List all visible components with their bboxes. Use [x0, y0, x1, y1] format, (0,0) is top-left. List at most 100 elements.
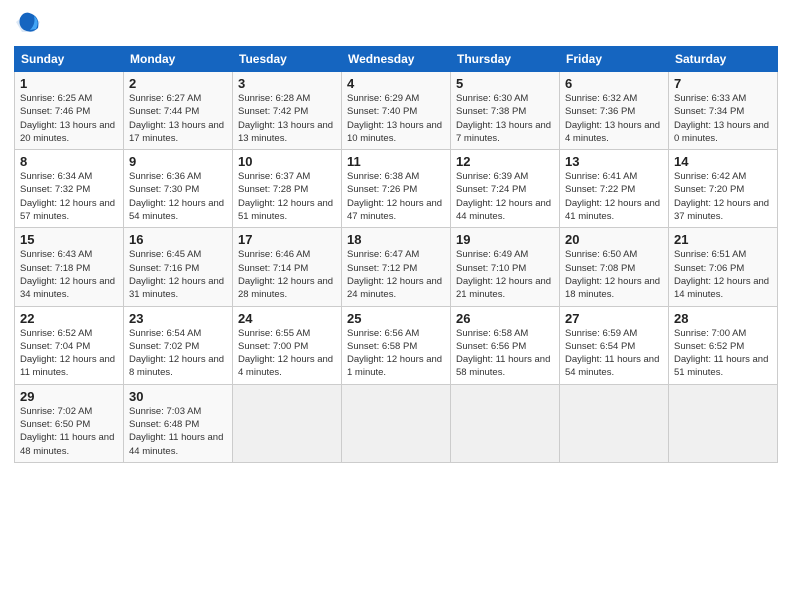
day-cell — [560, 384, 669, 462]
day-cell: 5 Sunrise: 6:30 AMSunset: 7:38 PMDayligh… — [451, 72, 560, 150]
day-cell: 2 Sunrise: 6:27 AMSunset: 7:44 PMDayligh… — [124, 72, 233, 150]
day-info: Sunrise: 6:56 AMSunset: 6:58 PMDaylight:… — [347, 328, 442, 379]
day-number: 6 — [565, 76, 663, 91]
day-cell: 27 Sunrise: 6:59 AMSunset: 6:54 PMDaylig… — [560, 306, 669, 384]
day-info: Sunrise: 7:00 AMSunset: 6:52 PMDaylight:… — [674, 328, 768, 379]
day-number: 1 — [20, 76, 118, 91]
day-info: Sunrise: 6:47 AMSunset: 7:12 PMDaylight:… — [347, 249, 442, 300]
day-cell: 24 Sunrise: 6:55 AMSunset: 7:00 PMDaylig… — [233, 306, 342, 384]
logo — [14, 10, 44, 38]
day-cell — [451, 384, 560, 462]
col-friday: Friday — [560, 47, 669, 72]
week-row-5: 29 Sunrise: 7:02 AMSunset: 6:50 PMDaylig… — [15, 384, 778, 462]
header — [14, 10, 778, 38]
day-info: Sunrise: 6:32 AMSunset: 7:36 PMDaylight:… — [565, 93, 660, 144]
day-info: Sunrise: 7:02 AMSunset: 6:50 PMDaylight:… — [20, 406, 114, 457]
day-info: Sunrise: 6:41 AMSunset: 7:22 PMDaylight:… — [565, 171, 660, 222]
day-info: Sunrise: 6:38 AMSunset: 7:26 PMDaylight:… — [347, 171, 442, 222]
day-cell: 13 Sunrise: 6:41 AMSunset: 7:22 PMDaylig… — [560, 150, 669, 228]
day-number: 18 — [347, 232, 445, 247]
week-row-2: 8 Sunrise: 6:34 AMSunset: 7:32 PMDayligh… — [15, 150, 778, 228]
day-cell: 19 Sunrise: 6:49 AMSunset: 7:10 PMDaylig… — [451, 228, 560, 306]
day-number: 4 — [347, 76, 445, 91]
day-info: Sunrise: 6:34 AMSunset: 7:32 PMDaylight:… — [20, 171, 115, 222]
day-cell — [233, 384, 342, 462]
day-number: 20 — [565, 232, 663, 247]
day-number: 30 — [129, 389, 227, 404]
day-number: 9 — [129, 154, 227, 169]
day-cell: 10 Sunrise: 6:37 AMSunset: 7:28 PMDaylig… — [233, 150, 342, 228]
day-cell: 1 Sunrise: 6:25 AMSunset: 7:46 PMDayligh… — [15, 72, 124, 150]
day-cell: 20 Sunrise: 6:50 AMSunset: 7:08 PMDaylig… — [560, 228, 669, 306]
logo-icon — [14, 8, 42, 36]
day-number: 23 — [129, 311, 227, 326]
day-cell: 4 Sunrise: 6:29 AMSunset: 7:40 PMDayligh… — [342, 72, 451, 150]
day-cell: 22 Sunrise: 6:52 AMSunset: 7:04 PMDaylig… — [15, 306, 124, 384]
col-saturday: Saturday — [669, 47, 778, 72]
day-cell: 23 Sunrise: 6:54 AMSunset: 7:02 PMDaylig… — [124, 306, 233, 384]
calendar-header: SundayMondayTuesdayWednesdayThursdayFrid… — [15, 47, 778, 72]
day-info: Sunrise: 6:39 AMSunset: 7:24 PMDaylight:… — [456, 171, 551, 222]
col-wednesday: Wednesday — [342, 47, 451, 72]
day-cell: 9 Sunrise: 6:36 AMSunset: 7:30 PMDayligh… — [124, 150, 233, 228]
day-number: 17 — [238, 232, 336, 247]
day-cell: 30 Sunrise: 7:03 AMSunset: 6:48 PMDaylig… — [124, 384, 233, 462]
day-number: 26 — [456, 311, 554, 326]
day-number: 21 — [674, 232, 772, 247]
week-row-4: 22 Sunrise: 6:52 AMSunset: 7:04 PMDaylig… — [15, 306, 778, 384]
day-cell: 29 Sunrise: 7:02 AMSunset: 6:50 PMDaylig… — [15, 384, 124, 462]
col-monday: Monday — [124, 47, 233, 72]
day-cell: 8 Sunrise: 6:34 AMSunset: 7:32 PMDayligh… — [15, 150, 124, 228]
day-cell — [669, 384, 778, 462]
day-number: 27 — [565, 311, 663, 326]
day-number: 22 — [20, 311, 118, 326]
day-number: 2 — [129, 76, 227, 91]
day-cell: 6 Sunrise: 6:32 AMSunset: 7:36 PMDayligh… — [560, 72, 669, 150]
day-number: 28 — [674, 311, 772, 326]
day-number: 11 — [347, 154, 445, 169]
page: SundayMondayTuesdayWednesdayThursdayFrid… — [0, 0, 792, 612]
day-info: Sunrise: 6:25 AMSunset: 7:46 PMDaylight:… — [20, 93, 115, 144]
day-info: Sunrise: 6:51 AMSunset: 7:06 PMDaylight:… — [674, 249, 769, 300]
col-thursday: Thursday — [451, 47, 560, 72]
day-info: Sunrise: 6:52 AMSunset: 7:04 PMDaylight:… — [20, 328, 115, 379]
day-number: 5 — [456, 76, 554, 91]
day-number: 16 — [129, 232, 227, 247]
day-info: Sunrise: 6:46 AMSunset: 7:14 PMDaylight:… — [238, 249, 333, 300]
day-number: 15 — [20, 232, 118, 247]
day-cell: 18 Sunrise: 6:47 AMSunset: 7:12 PMDaylig… — [342, 228, 451, 306]
day-number: 25 — [347, 311, 445, 326]
calendar-body: 1 Sunrise: 6:25 AMSunset: 7:46 PMDayligh… — [15, 72, 778, 463]
header-row: SundayMondayTuesdayWednesdayThursdayFrid… — [15, 47, 778, 72]
day-cell: 17 Sunrise: 6:46 AMSunset: 7:14 PMDaylig… — [233, 228, 342, 306]
day-info: Sunrise: 6:55 AMSunset: 7:00 PMDaylight:… — [238, 328, 333, 379]
day-number: 10 — [238, 154, 336, 169]
day-info: Sunrise: 6:42 AMSunset: 7:20 PMDaylight:… — [674, 171, 769, 222]
day-info: Sunrise: 6:36 AMSunset: 7:30 PMDaylight:… — [129, 171, 224, 222]
col-sunday: Sunday — [15, 47, 124, 72]
day-cell: 28 Sunrise: 7:00 AMSunset: 6:52 PMDaylig… — [669, 306, 778, 384]
day-cell: 14 Sunrise: 6:42 AMSunset: 7:20 PMDaylig… — [669, 150, 778, 228]
day-info: Sunrise: 6:37 AMSunset: 7:28 PMDaylight:… — [238, 171, 333, 222]
day-cell: 12 Sunrise: 6:39 AMSunset: 7:24 PMDaylig… — [451, 150, 560, 228]
day-cell: 25 Sunrise: 6:56 AMSunset: 6:58 PMDaylig… — [342, 306, 451, 384]
day-number: 29 — [20, 389, 118, 404]
week-row-1: 1 Sunrise: 6:25 AMSunset: 7:46 PMDayligh… — [15, 72, 778, 150]
day-info: Sunrise: 6:30 AMSunset: 7:38 PMDaylight:… — [456, 93, 551, 144]
day-number: 7 — [674, 76, 772, 91]
col-tuesday: Tuesday — [233, 47, 342, 72]
day-cell: 21 Sunrise: 6:51 AMSunset: 7:06 PMDaylig… — [669, 228, 778, 306]
calendar: SundayMondayTuesdayWednesdayThursdayFrid… — [14, 46, 778, 463]
day-info: Sunrise: 6:49 AMSunset: 7:10 PMDaylight:… — [456, 249, 551, 300]
day-info: Sunrise: 6:28 AMSunset: 7:42 PMDaylight:… — [238, 93, 333, 144]
day-info: Sunrise: 6:43 AMSunset: 7:18 PMDaylight:… — [20, 249, 115, 300]
day-info: Sunrise: 6:58 AMSunset: 6:56 PMDaylight:… — [456, 328, 550, 379]
day-info: Sunrise: 6:27 AMSunset: 7:44 PMDaylight:… — [129, 93, 224, 144]
day-info: Sunrise: 6:29 AMSunset: 7:40 PMDaylight:… — [347, 93, 442, 144]
day-cell: 11 Sunrise: 6:38 AMSunset: 7:26 PMDaylig… — [342, 150, 451, 228]
day-number: 14 — [674, 154, 772, 169]
day-info: Sunrise: 6:45 AMSunset: 7:16 PMDaylight:… — [129, 249, 224, 300]
day-info: Sunrise: 6:33 AMSunset: 7:34 PMDaylight:… — [674, 93, 769, 144]
day-cell: 16 Sunrise: 6:45 AMSunset: 7:16 PMDaylig… — [124, 228, 233, 306]
day-number: 24 — [238, 311, 336, 326]
